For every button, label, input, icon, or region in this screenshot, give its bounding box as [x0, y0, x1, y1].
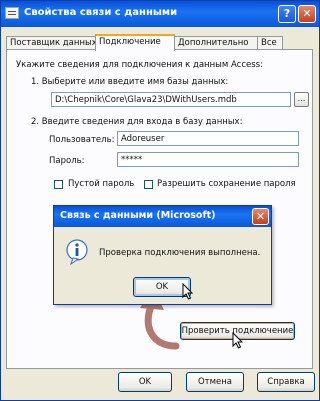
user-label: Пользователь: [49, 135, 115, 145]
step2-label: 2. Введите сведения для входа в базу дан… [31, 117, 243, 127]
info-icon [66, 239, 88, 265]
tab-connection[interactable]: Подключение [95, 34, 175, 51]
tab-all[interactable]: Все [257, 36, 283, 50]
message-box-close-button[interactable]: ✕ [252, 208, 269, 225]
dialog-titlebar[interactable]: Свойства связи с данными ? ✕ [1, 1, 319, 27]
message-box-titlebar[interactable]: Связь с данными (Microsoft) ✕ [54, 206, 271, 227]
message-box: Связь с данными (Microsoft) ✕ Проверка п… [53, 205, 272, 305]
help-button[interactable]: Справка [257, 372, 315, 392]
instruction-text: Укажите сведения для подключения к данны… [16, 60, 263, 70]
message-box-title: Связь с данными (Microsoft) [60, 210, 216, 221]
step1-label: 1. Выберите или введите имя базы данных: [31, 77, 229, 87]
ok-button[interactable]: OK [118, 372, 172, 392]
help-title-button[interactable]: ? [278, 5, 296, 23]
cancel-button[interactable]: Отмена [186, 372, 244, 392]
blank-password-label: Пустой пароль [68, 179, 135, 189]
allow-save-password-label: Разрешить сохранение пароля [157, 179, 296, 189]
tab-provider[interactable]: Поставщик данных [6, 36, 97, 50]
message-text: Проверка подключения выполнена. [99, 248, 261, 258]
password-input[interactable]: ***** [117, 152, 299, 167]
database-path-input[interactable]: D:\Chepnik\Core\Glava23\DWithUsers.mdb [51, 92, 291, 107]
password-label: Пароль: [49, 156, 85, 166]
allow-save-password-checkbox[interactable] [144, 180, 153, 189]
tab-advanced[interactable]: Дополнительно [174, 36, 258, 50]
user-name-input[interactable]: Adoreuser [117, 131, 299, 146]
blank-password-checkbox[interactable] [54, 180, 63, 189]
browse-button[interactable]: ... [294, 92, 309, 107]
close-title-button[interactable]: ✕ [298, 5, 316, 23]
data-link-icon [5, 7, 19, 19]
dialog-title: Свойства связи с данными [24, 7, 178, 18]
